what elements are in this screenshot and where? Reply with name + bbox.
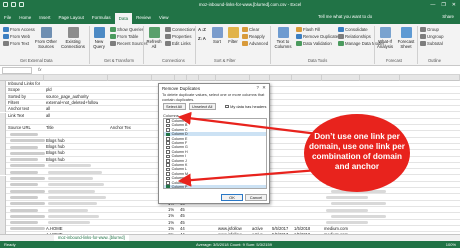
zoom-level[interactable]: 100% [446,241,456,248]
status-ready: Ready [4,242,16,247]
arrow-to-column-d [177,111,319,136]
sheet-tab-bar: moz-inbound-links-for-www..[blurred] [0,234,460,242]
arrow-to-column-p [177,168,319,187]
status-stats: Average: 3/5/2018 Count: 9 Sum: 5/3/2159 [196,242,272,247]
status-bar: Ready Average: 3/5/2018 Count: 9 Sum: 5/… [0,241,460,248]
annotation-text: Don’t use one link per domain, use one l… [309,132,405,171]
